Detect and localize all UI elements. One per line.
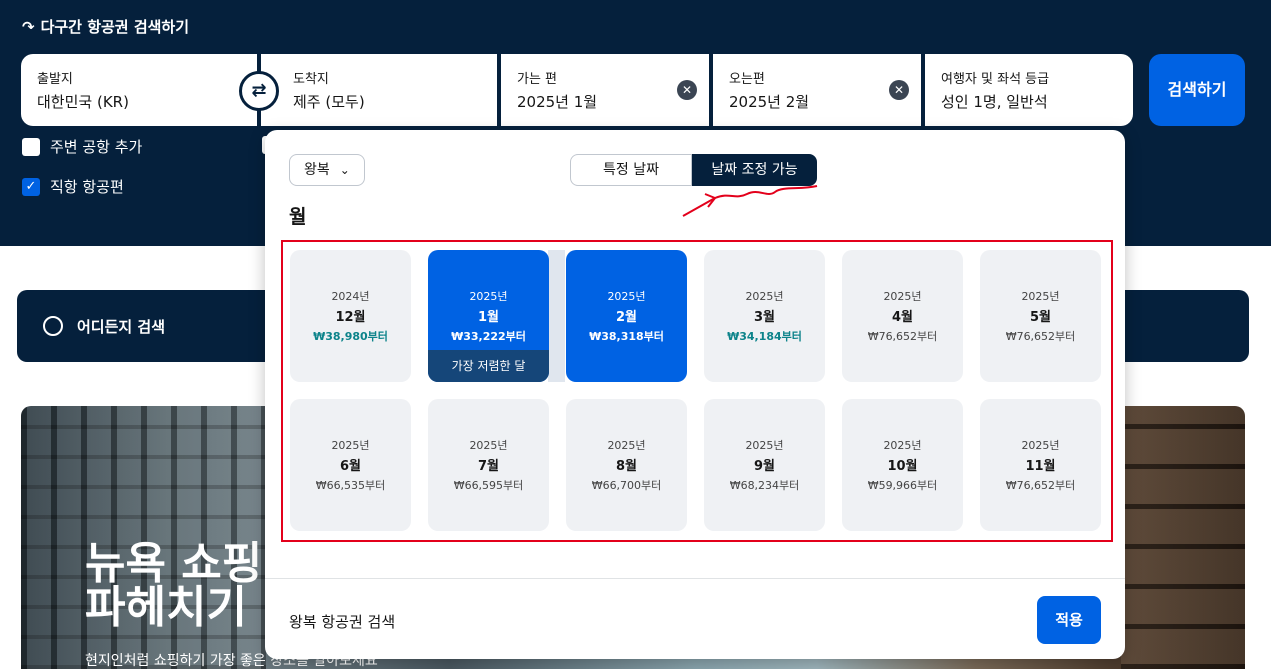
month-heading: 월 (289, 206, 307, 228)
clear-depart-icon[interactable]: ✕ (677, 80, 697, 100)
search-form: 출발지 대한민국 (KR) 도착지 제주 (모두) 가는 편 2025년 1월 … (21, 54, 1133, 126)
checkbox-checked-icon: ✓ (22, 177, 40, 196)
checkbox-unchecked-icon (22, 137, 40, 156)
apply-button[interactable]: 적용 (1037, 596, 1101, 644)
hero-title: 뉴욕 쇼핑 파헤치기 (85, 542, 262, 630)
clear-return-icon[interactable]: ✕ (889, 80, 909, 100)
travelers-label: 여행자 및 좌석 등급 (941, 72, 1050, 87)
direct-flights-label: 직항 항공편 (50, 178, 124, 196)
origin-label: 출발지 (37, 72, 73, 87)
depart-label: 가는 편 (517, 72, 558, 87)
hero-title-line2: 파헤치기 (85, 582, 247, 633)
search-globe-icon (43, 316, 63, 336)
destination-field[interactable]: 도착지 제주 (모두) (261, 54, 497, 126)
nearby-airports-label: 주변 공항 추가 (50, 138, 143, 156)
search-button[interactable]: 검색하기 (1149, 54, 1245, 126)
tab-specific-dates[interactable]: 특정 날짜 (570, 154, 692, 186)
travelers-value: 성인 1명, 일반석 (941, 93, 1048, 111)
swap-icon[interactable]: ⇄ (239, 71, 279, 111)
return-label: 오는편 (729, 72, 765, 87)
return-value: 2025년 2월 (729, 93, 810, 111)
trip-type-select[interactable]: 왕복 ⌄ (289, 154, 365, 186)
depart-value: 2025년 1월 (517, 93, 598, 111)
annotation-arrow (682, 185, 818, 217)
direct-flights-checkbox[interactable]: ✓ 직항 항공편 (22, 176, 124, 197)
annotation-highlight-box (281, 240, 1113, 542)
travelers-field[interactable]: 여행자 및 좌석 등급 성인 1명, 일반석 (925, 54, 1133, 126)
building-image-right (1121, 406, 1245, 669)
multi-city-link[interactable]: ↷ 다구간 항공권 검색하기 (22, 16, 189, 37)
multi-city-label: 다구간 항공권 검색하기 (40, 18, 190, 36)
explore-label: 어디든지 검색 (77, 317, 166, 336)
destination-label: 도착지 (293, 72, 329, 87)
multi-city-icon: ↷ (22, 17, 35, 36)
destination-value: 제주 (모두) (293, 93, 365, 111)
footer-summary: 왕복 항공권 검색 (289, 613, 396, 631)
popup-footer: 왕복 항공권 검색 적용 (265, 578, 1125, 659)
nearby-airports-checkbox[interactable]: 주변 공항 추가 (22, 136, 142, 157)
origin-field[interactable]: 출발지 대한민국 (KR) (21, 54, 257, 126)
hero-title-line1: 뉴욕 쇼핑 (85, 538, 263, 589)
trip-type-value: 왕복 (304, 162, 330, 178)
chevron-down-icon: ⌄ (339, 163, 350, 177)
return-field[interactable]: 오는편 2025년 2월 ✕ (713, 54, 921, 126)
depart-field[interactable]: 가는 편 2025년 1월 ✕ (501, 54, 709, 126)
origin-value: 대한민국 (KR) (37, 93, 129, 111)
